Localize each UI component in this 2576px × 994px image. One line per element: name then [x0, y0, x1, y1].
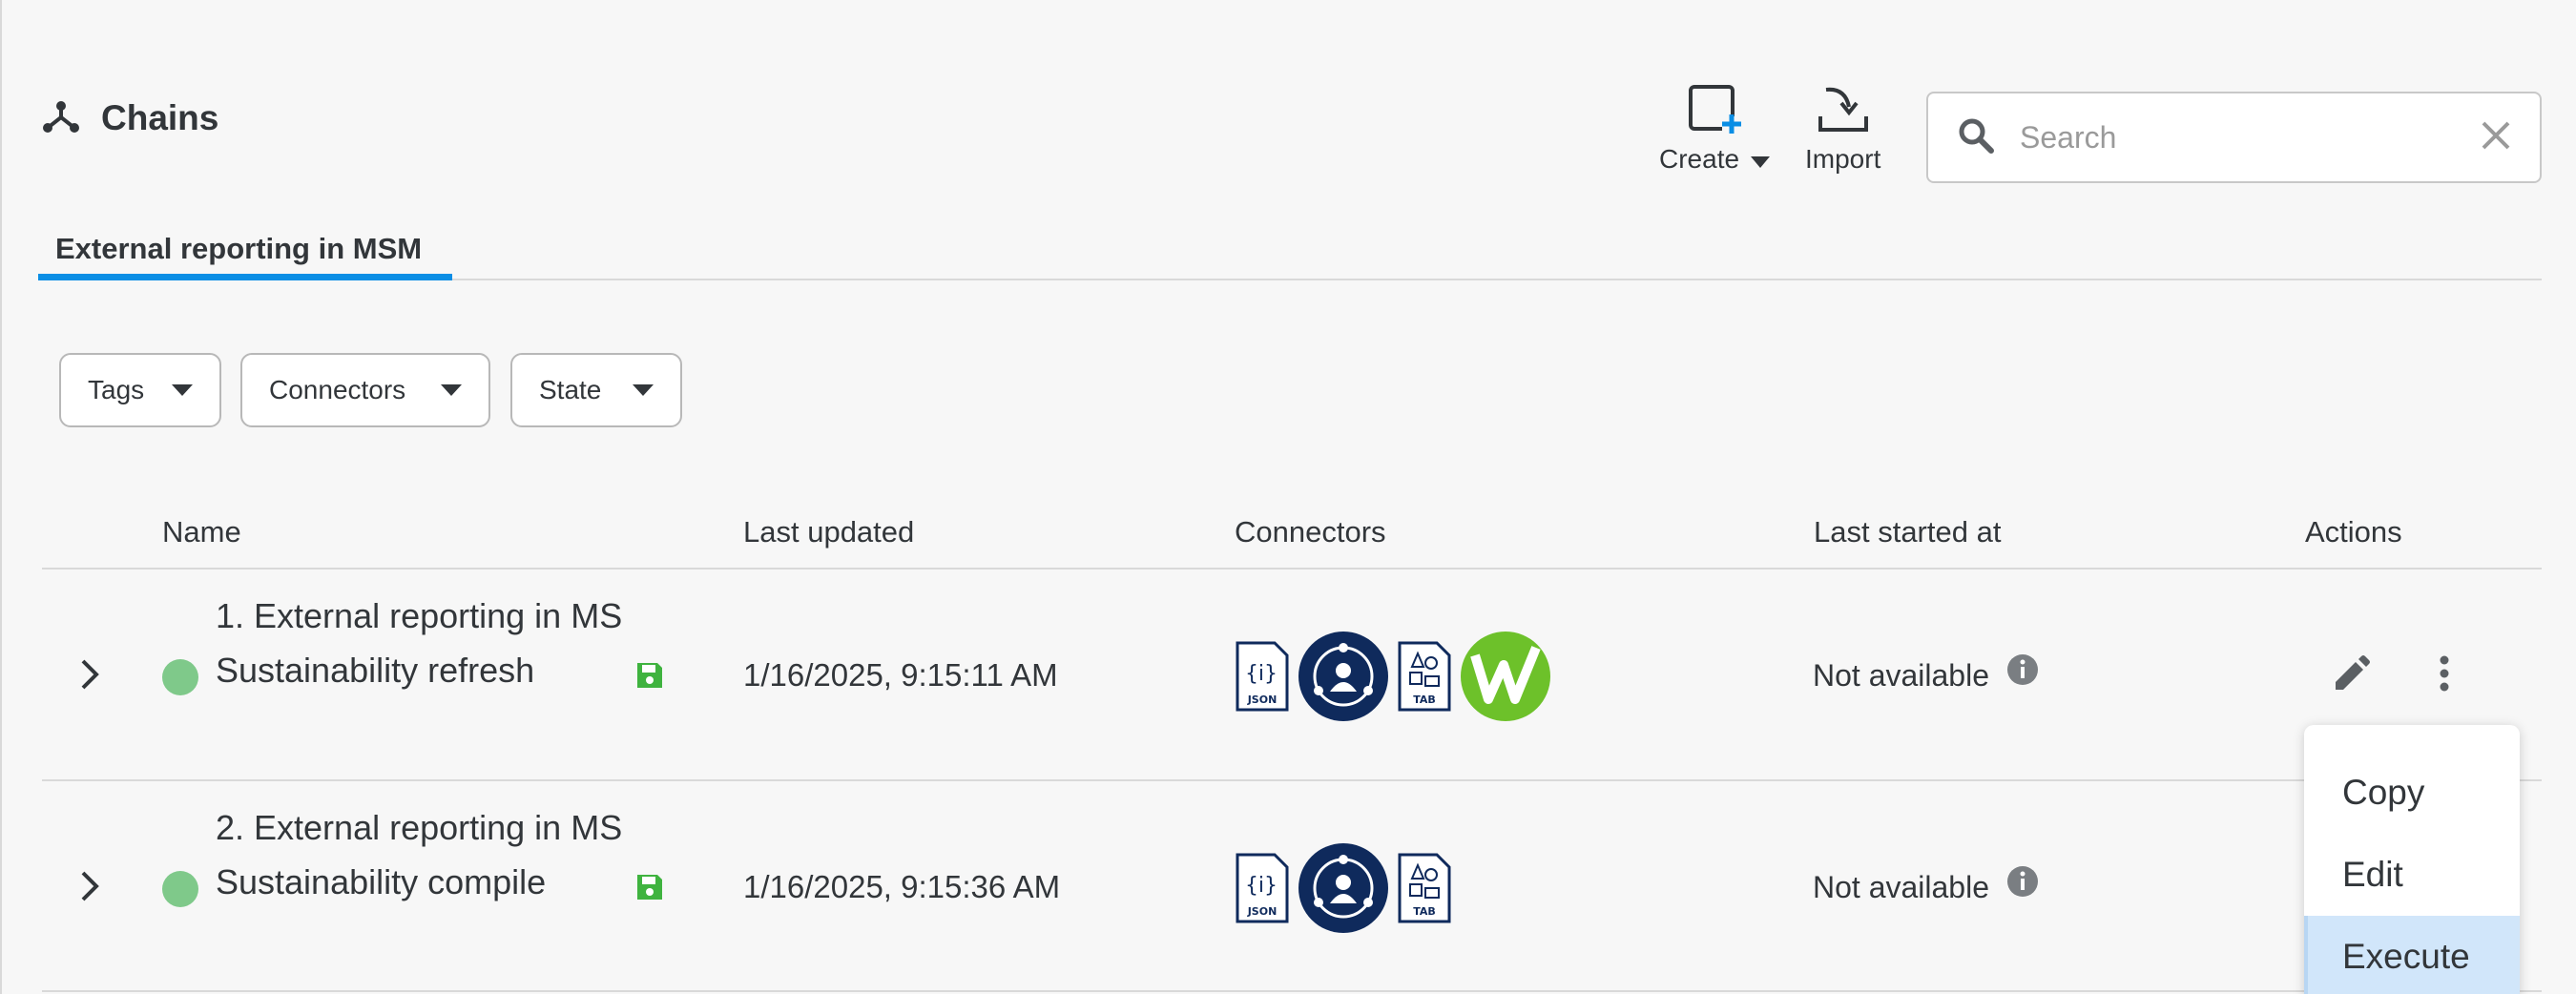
save-icon: [635, 873, 664, 906]
page-title: Chains: [101, 98, 219, 137]
caret-down-icon: [441, 384, 462, 396]
last-started-value: Not available: [1813, 870, 1989, 904]
json-file-icon: {i} JSON: [1235, 640, 1290, 717]
people-network-icon: [1298, 842, 1389, 939]
last-started: Not available: [1813, 865, 2039, 909]
svg-text:TAB: TAB: [1413, 905, 1436, 918]
tab-file-icon: TAB: [1397, 640, 1452, 717]
caret-down-icon: [633, 384, 654, 396]
chevron-right-icon[interactable]: [67, 652, 113, 697]
chain-name[interactable]: 2. External reporting in MS Sustainabili…: [216, 800, 654, 909]
menu-item-copy[interactable]: Copy: [2304, 752, 2520, 834]
chain-icon: [42, 97, 80, 140]
clear-search-icon[interactable]: [2481, 120, 2511, 155]
tags-filter-label: Tags: [88, 375, 145, 404]
create-button[interactable]: Create: [1659, 84, 1771, 175]
tab-label: External reporting in MSM: [55, 232, 423, 265]
table-row[interactable]: 1. External reporting in MS Sustainabili…: [42, 569, 2542, 779]
search-box: [1926, 92, 2542, 183]
table-divider: [42, 990, 2542, 992]
save-icon: [635, 661, 664, 694]
state-filter-label: State: [539, 375, 602, 404]
chevron-down-icon: [1751, 144, 1771, 175]
state-filter[interactable]: State: [510, 353, 682, 427]
info-icon[interactable]: [2006, 653, 2039, 697]
last-started: Not available: [1813, 653, 2039, 697]
import-button[interactable]: Import: [1805, 84, 1880, 175]
tab-file-icon: TAB: [1397, 852, 1452, 929]
menu-item-edit[interactable]: Edit: [2304, 834, 2520, 916]
column-header-name: Name: [162, 515, 241, 549]
connectors-filter-label: Connectors: [269, 375, 406, 404]
svg-text:TAB: TAB: [1413, 694, 1436, 706]
page-header: Chains: [42, 95, 218, 141]
search-icon: [1957, 116, 1995, 159]
w-logo-icon: [1460, 631, 1551, 727]
svg-text:{i}: {i}: [1245, 874, 1278, 898]
connector-list: {i} JSON TAB: [1235, 631, 1551, 727]
json-file-icon: {i} JSON: [1235, 852, 1290, 929]
caret-down-icon: [172, 384, 193, 396]
connectors-filter[interactable]: Connectors: [240, 353, 490, 427]
chain-name[interactable]: 1. External reporting in MS Sustainabili…: [216, 589, 654, 697]
people-network-icon: [1298, 631, 1389, 727]
column-header-connectors: Connectors: [1235, 515, 1386, 549]
svg-text:JSON: JSON: [1247, 905, 1278, 918]
svg-text:JSON: JSON: [1247, 694, 1278, 706]
last-started-value: Not available: [1813, 658, 1989, 693]
info-icon[interactable]: [2006, 865, 2039, 909]
create-label: Create: [1659, 144, 1740, 174]
import-icon: [1817, 84, 1870, 140]
column-header-last-updated: Last updated: [743, 515, 915, 549]
last-updated: 1/16/2025, 9:15:11 AM: [743, 657, 1058, 693]
create-new-icon: [1688, 84, 1742, 140]
import-label: Import: [1805, 144, 1881, 174]
tab-external-reporting[interactable]: External reporting in MSM: [38, 227, 452, 280]
search-input[interactable]: [2020, 119, 2481, 155]
column-header-actions: Actions: [2305, 515, 2402, 549]
chevron-right-icon[interactable]: [67, 863, 113, 909]
state-indicator: [162, 659, 198, 695]
svg-text:{i}: {i}: [1245, 662, 1278, 686]
state-indicator: [162, 871, 198, 907]
menu-item-execute[interactable]: Execute: [2304, 916, 2520, 994]
tags-filter[interactable]: Tags: [59, 353, 221, 427]
column-header-last-started: Last started at: [1814, 515, 2002, 549]
edit-pencil-icon[interactable]: [2332, 653, 2372, 698]
table-row[interactable]: 2. External reporting in MS Sustainabili…: [42, 781, 2542, 991]
row-actions-menu: Copy Edit Execute: [2304, 725, 2520, 994]
more-vertical-icon[interactable]: [2437, 653, 2452, 698]
connector-list: {i} JSON TAB: [1235, 842, 1452, 939]
last-updated: 1/16/2025, 9:15:36 AM: [743, 869, 1061, 904]
